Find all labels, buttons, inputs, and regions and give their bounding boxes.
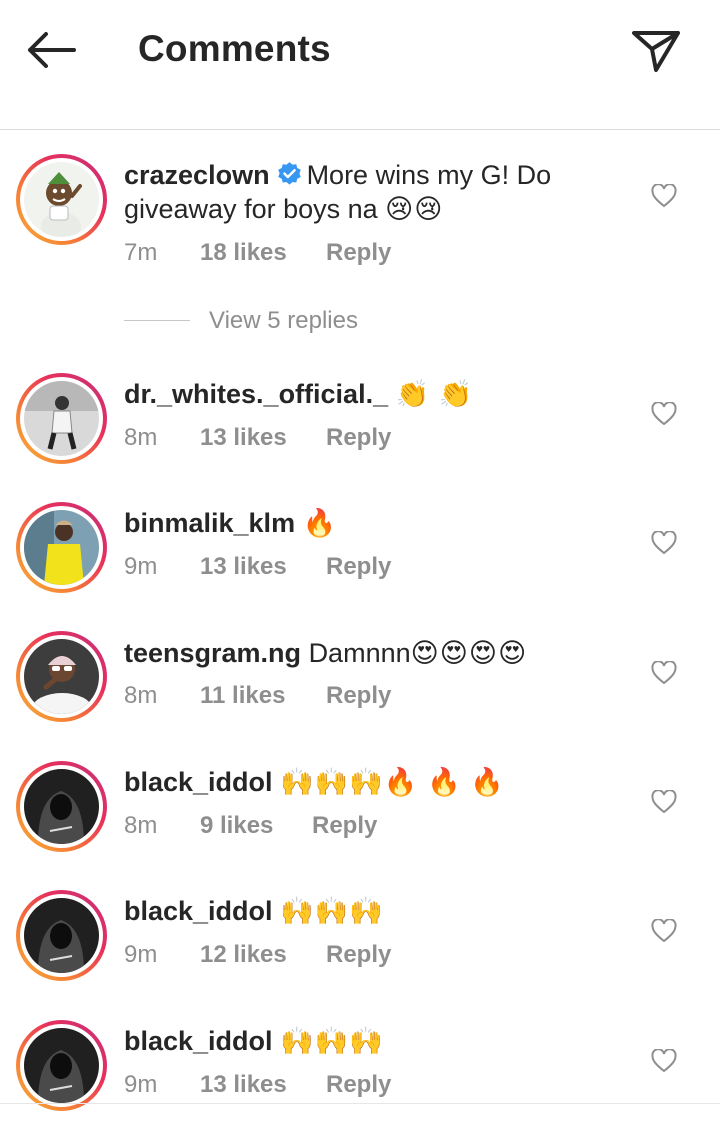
reply-button[interactable]: Reply: [326, 423, 391, 453]
comment-username[interactable]: black_iddol: [124, 767, 273, 797]
comment-emojis: 😍😍😍😍: [410, 638, 528, 668]
avatar[interactable]: [16, 631, 107, 722]
avatar[interactable]: [16, 890, 107, 981]
paper-plane-icon: [632, 31, 680, 72]
header-bar: Comments: [0, 0, 720, 130]
comment-likes[interactable]: 18 likes: [200, 238, 287, 268]
avatar[interactable]: [16, 761, 107, 852]
comment-username[interactable]: teensgram.ng: [124, 638, 301, 668]
verified-badge-icon: [277, 162, 301, 185]
comment-username[interactable]: binmalik_klm: [124, 508, 295, 538]
comment-text: black_iddol 🙌🙌🙌🔥 🔥 🔥: [124, 765, 584, 799]
comment-time: 8m: [124, 812, 158, 839]
heart-icon[interactable]: [651, 919, 677, 943]
comment-emojis: 👏 👏: [395, 379, 474, 409]
comment-username[interactable]: crazeclown: [124, 160, 270, 190]
comment-likes[interactable]: 13 likes: [200, 1070, 287, 1100]
avatar[interactable]: [16, 154, 107, 245]
reply-button[interactable]: Reply: [312, 811, 377, 841]
view-replies-label: View 5 replies: [209, 307, 358, 334]
comment-text: black_iddol 🙌🙌🙌: [124, 894, 584, 928]
bottom-divider: [0, 1103, 720, 1104]
comment-emojis: 🙌🙌🙌🔥 🔥 🔥: [280, 767, 505, 797]
comment-emojis: 🔥: [302, 508, 338, 538]
avatar[interactable]: [16, 502, 107, 593]
reply-button[interactable]: Reply: [326, 681, 391, 711]
comment-body: Damnnn: [308, 638, 411, 668]
reply-button[interactable]: Reply: [326, 1070, 391, 1100]
avatar[interactable]: [16, 373, 107, 464]
comment-username[interactable]: dr._whites._official._: [124, 379, 388, 409]
reply-button[interactable]: Reply: [326, 552, 391, 582]
comment-emojis: 🙌🙌🙌: [280, 896, 384, 926]
heart-icon[interactable]: [651, 184, 677, 208]
heart-icon[interactable]: [651, 661, 677, 685]
comment-time: 7m: [124, 239, 158, 266]
arrow-left-icon: [28, 32, 76, 68]
heart-icon[interactable]: [651, 1049, 677, 1073]
comment-emojis: 😢😢: [385, 194, 444, 224]
page-title: Comments: [138, 28, 331, 69]
comment-text: black_iddol 🙌🙌🙌: [124, 1024, 584, 1058]
comment-time: 8m: [124, 682, 158, 709]
comment-time: 9m: [124, 941, 158, 968]
comment-text: dr._whites._official._ 👏 👏: [124, 377, 584, 411]
avatar[interactable]: [16, 1020, 107, 1111]
replies-divider: [124, 320, 190, 321]
comment-likes[interactable]: 12 likes: [200, 940, 287, 970]
heart-icon[interactable]: [651, 402, 677, 426]
comment-time: 9m: [124, 1071, 158, 1098]
back-button[interactable]: [20, 26, 78, 74]
comment-username[interactable]: black_iddol: [124, 896, 273, 926]
comment-time: 9m: [124, 553, 158, 580]
reply-button[interactable]: Reply: [326, 940, 391, 970]
comment-likes[interactable]: 13 likes: [200, 423, 287, 453]
comment-likes[interactable]: 13 likes: [200, 552, 287, 582]
comment-likes[interactable]: 9 likes: [200, 811, 273, 841]
comment-emojis: 🙌🙌🙌: [280, 1026, 384, 1056]
comment-text: binmalik_klm 🔥: [124, 506, 584, 540]
comment-username[interactable]: black_iddol: [124, 1026, 273, 1056]
heart-icon[interactable]: [651, 790, 677, 814]
heart-icon[interactable]: [651, 531, 677, 555]
comment-text: crazeclown More wins my G! Do giveaway fo…: [124, 158, 584, 226]
share-button[interactable]: [628, 24, 684, 76]
comment-text: teensgram.ng Damnnn😍😍😍😍: [124, 636, 584, 670]
reply-button[interactable]: Reply: [326, 238, 391, 268]
comment-time: 8m: [124, 424, 158, 451]
comment-likes[interactable]: 11 likes: [200, 681, 285, 711]
